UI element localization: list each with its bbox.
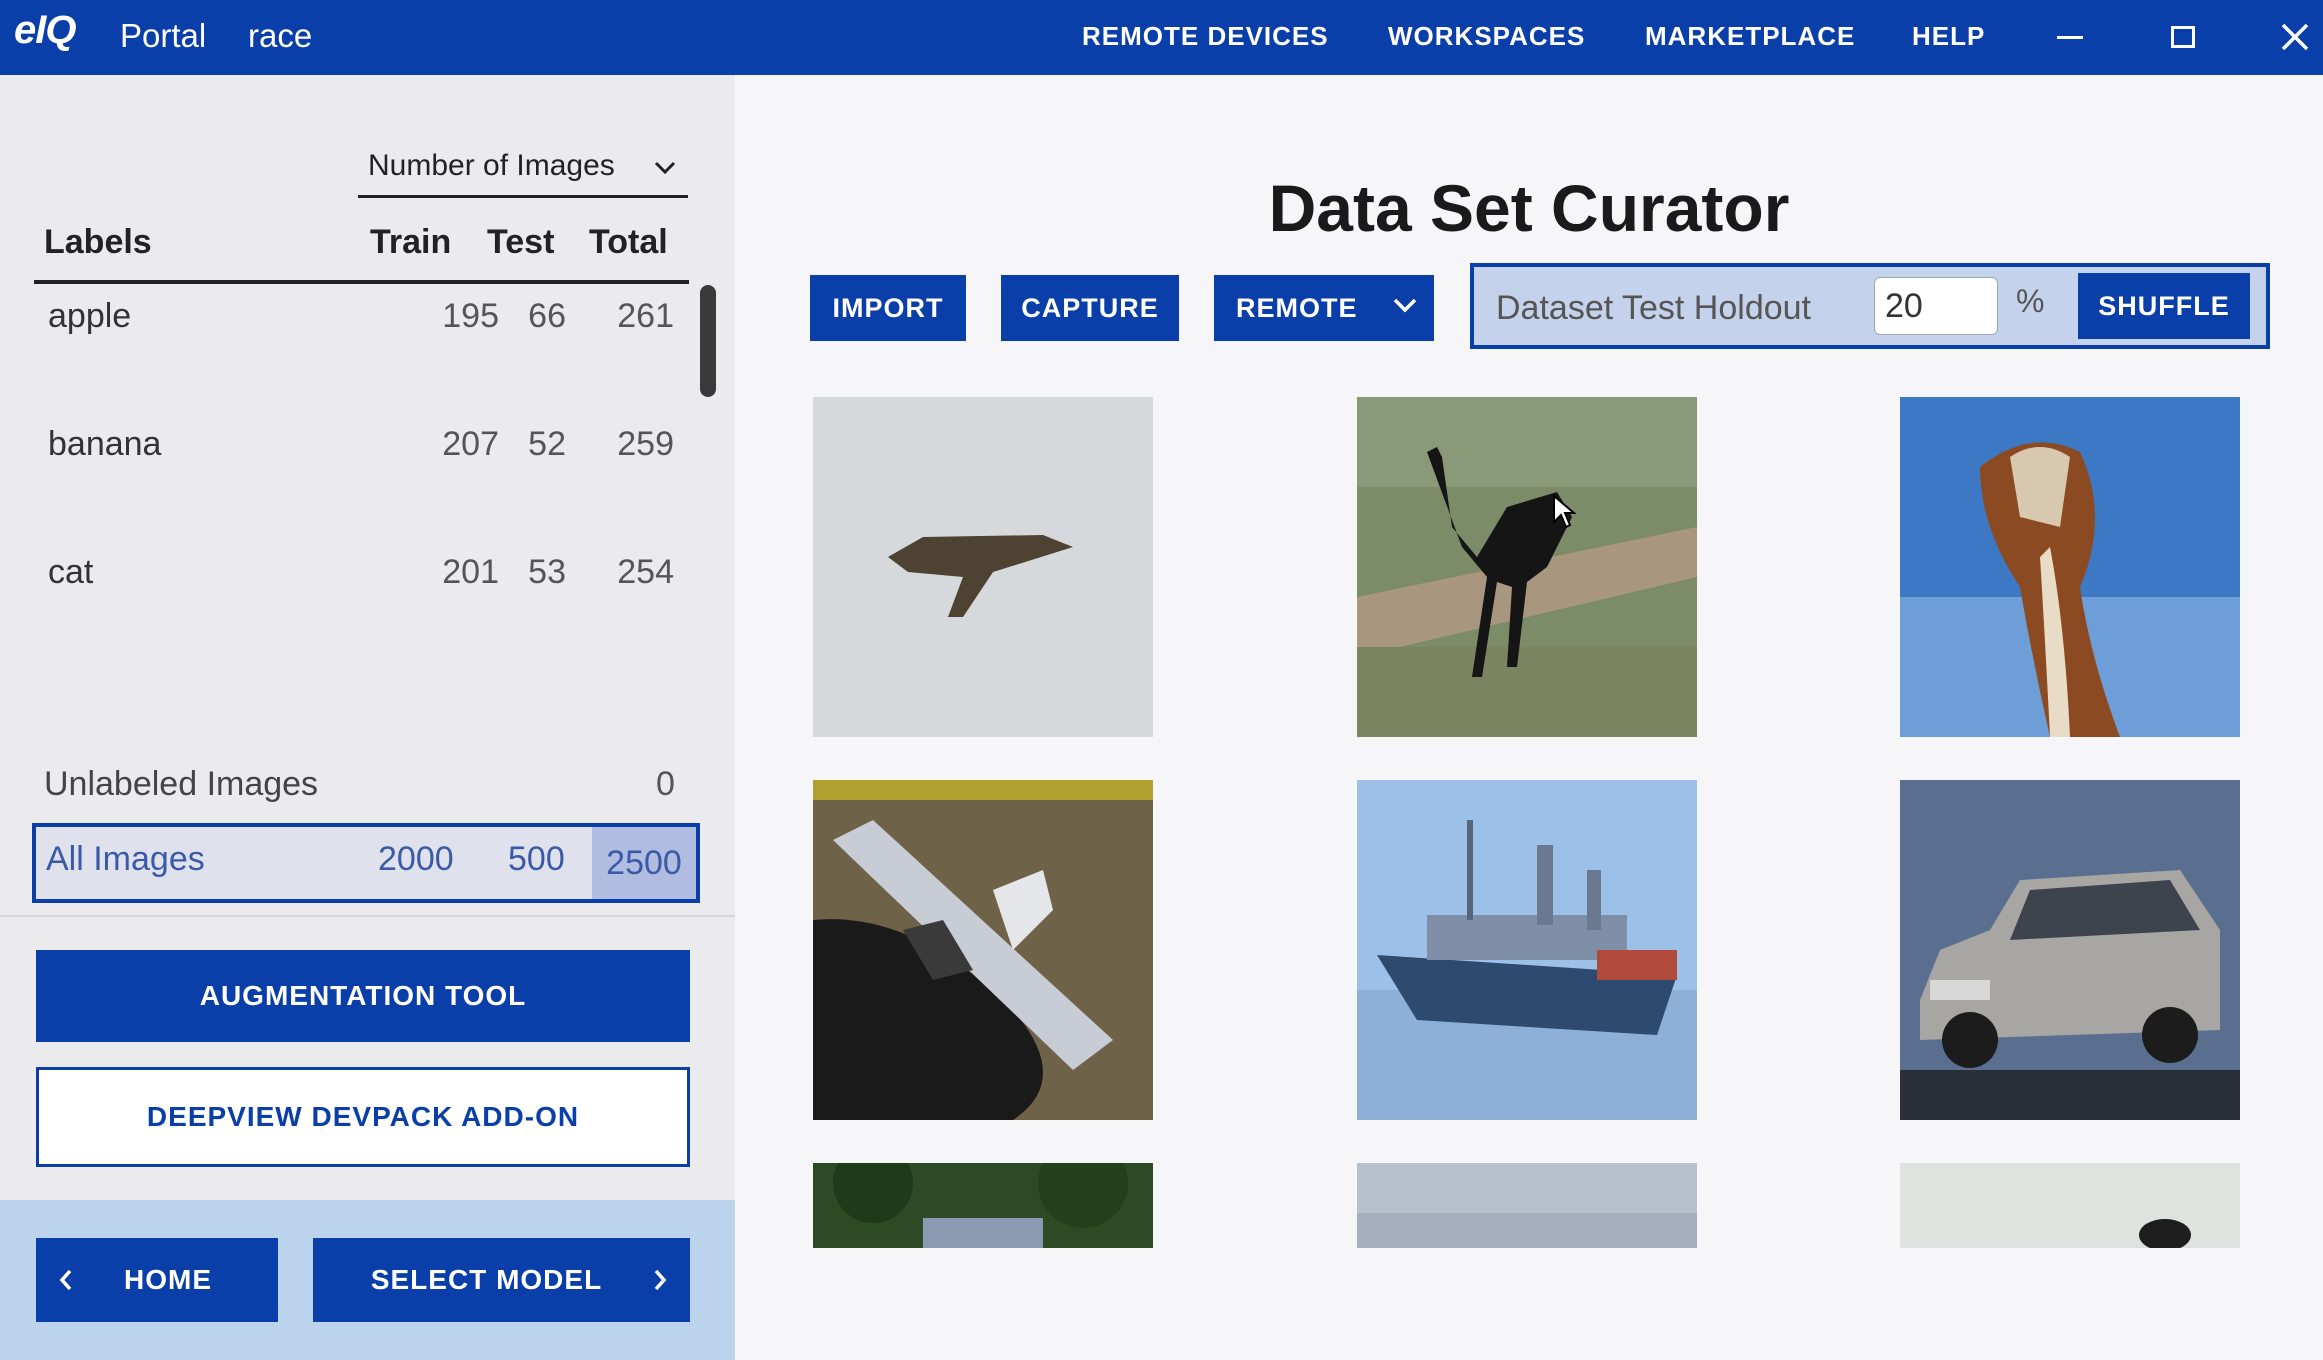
chevron-right-icon (654, 1269, 667, 1291)
thumbnail-airplane[interactable] (813, 780, 1153, 1120)
row-total: 259 (617, 425, 674, 463)
chevron-left-icon (59, 1269, 72, 1291)
row-test: 52 (528, 425, 566, 463)
row-total: 254 (617, 553, 674, 591)
app-logo: eIQ (14, 8, 76, 52)
unlabeled-images-label: Unlabeled Images (44, 765, 319, 803)
labels-scrollbar[interactable] (700, 285, 716, 397)
thumbnail-bird[interactable] (1900, 1163, 2240, 1248)
bird-icon (1900, 1163, 2240, 1248)
header-divider (34, 280, 689, 284)
nav-remote-devices[interactable]: REMOTE DEVICES (1082, 21, 1329, 52)
holdout-unit: % (2016, 283, 2045, 319)
augmentation-tool-button[interactable]: AUGMENTATION TOOL (36, 950, 690, 1042)
deepview-devpack-button[interactable]: DEEPVIEW DEVPACK ADD-ON (36, 1067, 690, 1167)
remote-dropdown[interactable]: REMOTE (1214, 275, 1434, 341)
tree-icon (813, 1163, 1153, 1248)
home-button-label: HOME (124, 1264, 212, 1295)
thumbnail-bird[interactable] (1900, 397, 2240, 737)
ship-icon (1357, 780, 1697, 1120)
close-button[interactable] (2270, 10, 2320, 64)
all-images-label: All Images (46, 840, 205, 878)
import-button[interactable]: IMPORT (810, 275, 966, 341)
minimize-icon (2057, 35, 2083, 39)
page-title: Data Set Curator (1268, 171, 1790, 245)
thumbnail-tree[interactable] (813, 1163, 1153, 1248)
project-name: race (248, 17, 313, 54)
panel-divider (0, 915, 735, 917)
mouse-cursor-icon (1553, 494, 1576, 529)
curator-main: Data Set Curator IMPORT CAPTURE REMOTE D… (735, 75, 2323, 1360)
row-label: apple (48, 297, 132, 335)
all-images-test: 500 (508, 840, 565, 878)
nav-marketplace[interactable]: MARKETPLACE (1645, 21, 1855, 52)
close-icon (2281, 23, 2309, 51)
sort-select-label: Number of Images (368, 149, 615, 182)
row-test: 53 (528, 553, 566, 591)
thumbnail-airplane[interactable] (813, 397, 1153, 737)
airplane-icon (813, 780, 1153, 1120)
chevron-down-icon (1393, 298, 1417, 313)
thumbnail-ostrich[interactable] (1357, 397, 1697, 737)
remote-label: REMOTE (1236, 292, 1358, 323)
airplane-icon (813, 397, 1153, 737)
table-row[interactable]: apple 195 66 261 (34, 297, 674, 357)
nav-help[interactable]: HELP (1912, 21, 1985, 52)
row-total: 261 (617, 297, 674, 335)
select-model-label: SELECT MODEL (370, 1264, 603, 1295)
sky-icon (1357, 1163, 1697, 1248)
maximize-button[interactable] (2158, 10, 2208, 64)
unlabeled-images-count: 0 (656, 765, 675, 803)
row-train: 195 (442, 297, 499, 335)
select-model-button[interactable]: SELECT MODEL (313, 1238, 690, 1322)
ostrich-icon (1357, 397, 1697, 737)
holdout-input[interactable] (1874, 277, 1998, 335)
thumbnail-car[interactable] (1900, 780, 2240, 1120)
table-row[interactable]: cat 201 53 254 (34, 553, 674, 613)
sort-select[interactable]: Number of Images (358, 143, 688, 198)
header-test: Test (487, 223, 555, 261)
thumbnail-sky[interactable] (1357, 1163, 1697, 1248)
row-test: 66 (528, 297, 566, 335)
bird-icon (1900, 397, 2240, 737)
row-label: banana (48, 425, 162, 463)
header-total: Total (589, 223, 668, 261)
all-images-train: 2000 (378, 840, 454, 878)
holdout-group: Dataset Test Holdout % SHUFFLE (1470, 263, 2270, 349)
capture-button[interactable]: CAPTURE (1001, 275, 1179, 341)
header-train: Train (370, 223, 452, 261)
nav-workspaces[interactable]: WORKSPACES (1388, 21, 1585, 52)
row-train: 207 (442, 425, 499, 463)
table-row[interactable]: banana 207 52 259 (34, 425, 674, 485)
all-images-row[interactable]: All Images 2000 500 2500 (32, 823, 700, 903)
minimize-button[interactable] (2045, 10, 2095, 64)
title-bar: eIQ Portal race REMOTE DEVICES WORKSPACE… (0, 0, 2323, 75)
chevron-down-icon (654, 161, 676, 175)
home-button[interactable]: HOME (36, 1238, 278, 1322)
all-images-total: 2500 (592, 827, 696, 899)
maximize-icon (2171, 26, 2195, 48)
app-name: Portal (120, 17, 207, 54)
holdout-label: Dataset Test Holdout (1496, 289, 1811, 327)
thumbnail-ship[interactable] (1357, 780, 1697, 1120)
shuffle-button[interactable]: SHUFFLE (2078, 273, 2250, 339)
labels-panel: Number of Images Labels Train Test Total… (0, 75, 735, 1360)
row-train: 201 (442, 553, 499, 591)
row-label: cat (48, 553, 94, 591)
header-labels: Labels (44, 223, 152, 261)
car-icon (1900, 780, 2240, 1120)
